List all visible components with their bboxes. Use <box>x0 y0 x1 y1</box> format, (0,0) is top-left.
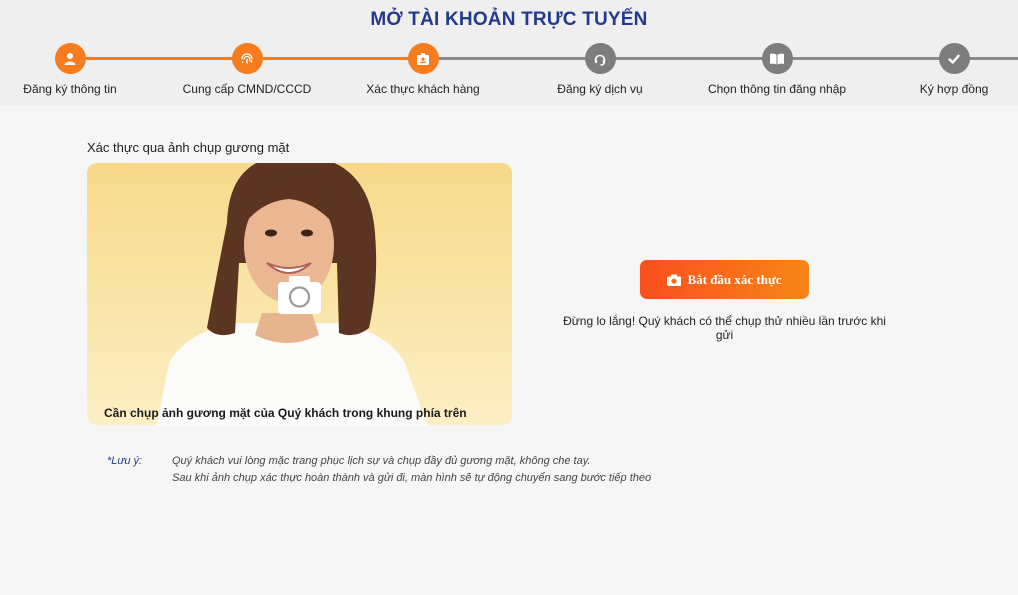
id-card-icon <box>407 43 439 74</box>
step-register-info[interactable]: Đăng ký thông tin <box>0 43 150 96</box>
camera-icon[interactable] <box>278 276 321 314</box>
step-label: Cung cấp CMND/CCCD <box>182 82 312 96</box>
step-register-service[interactable]: Đăng ký dịch vụ <box>520 43 680 96</box>
photo-caption: Cần chụp ảnh gương mặt của Quý khách tro… <box>104 406 467 420</box>
step-label: Đăng ký thông tin <box>23 82 117 96</box>
note-label: *Lưu ý: <box>107 455 143 467</box>
step-provide-id[interactable]: Cung cấp CMND/CCCD <box>167 43 327 96</box>
camera-icon <box>667 274 682 286</box>
check-icon <box>938 43 970 74</box>
step-login-info[interactable]: Chọn thông tin đăng nhập <box>697 43 857 96</box>
start-button-label: Bắt đầu xác thực <box>687 271 782 287</box>
step-label: Chọn thông tin đăng nhập <box>707 82 847 96</box>
step-sign-contract[interactable]: Ký hợp đồng <box>874 43 1018 96</box>
book-icon <box>761 43 793 74</box>
header-band: MỞ TÀI KHOẢN TRỰC TUYẾN Đăng ký thông ti… <box>0 0 1018 105</box>
step-label: Đăng ký dịch vụ <box>557 82 643 96</box>
step-verify-customer[interactable]: Xác thực khách hàng <box>343 43 503 96</box>
headset-icon <box>584 43 616 74</box>
note-line: Quý khách vui lòng mặc trang phục lịch s… <box>172 455 591 467</box>
step-label: Ký hợp đồng <box>919 82 989 96</box>
start-verification-button[interactable]: Bắt đầu xác thực <box>640 260 809 299</box>
face-capture-frame[interactable]: Cần chụp ảnh gương mặt của Quý khách tro… <box>87 163 512 425</box>
retry-hint: Đừng lo lắng! Quý khách có thể chụp thử … <box>563 314 886 342</box>
user-icon <box>54 43 86 74</box>
page-title: MỞ TÀI KHOẢN TRỰC TUYẾN <box>370 9 648 30</box>
note-line: Sau khi ảnh chụp xác thực hoàn thành và … <box>172 472 652 484</box>
section-title: Xác thực qua ảnh chụp gương mặt <box>87 140 290 155</box>
fingerprint-icon <box>231 43 263 74</box>
step-label: Xác thực khách hàng <box>366 82 480 96</box>
progress-stepper: Đăng ký thông tin Cung cấp CMND/CCCD Xác… <box>0 40 1018 100</box>
